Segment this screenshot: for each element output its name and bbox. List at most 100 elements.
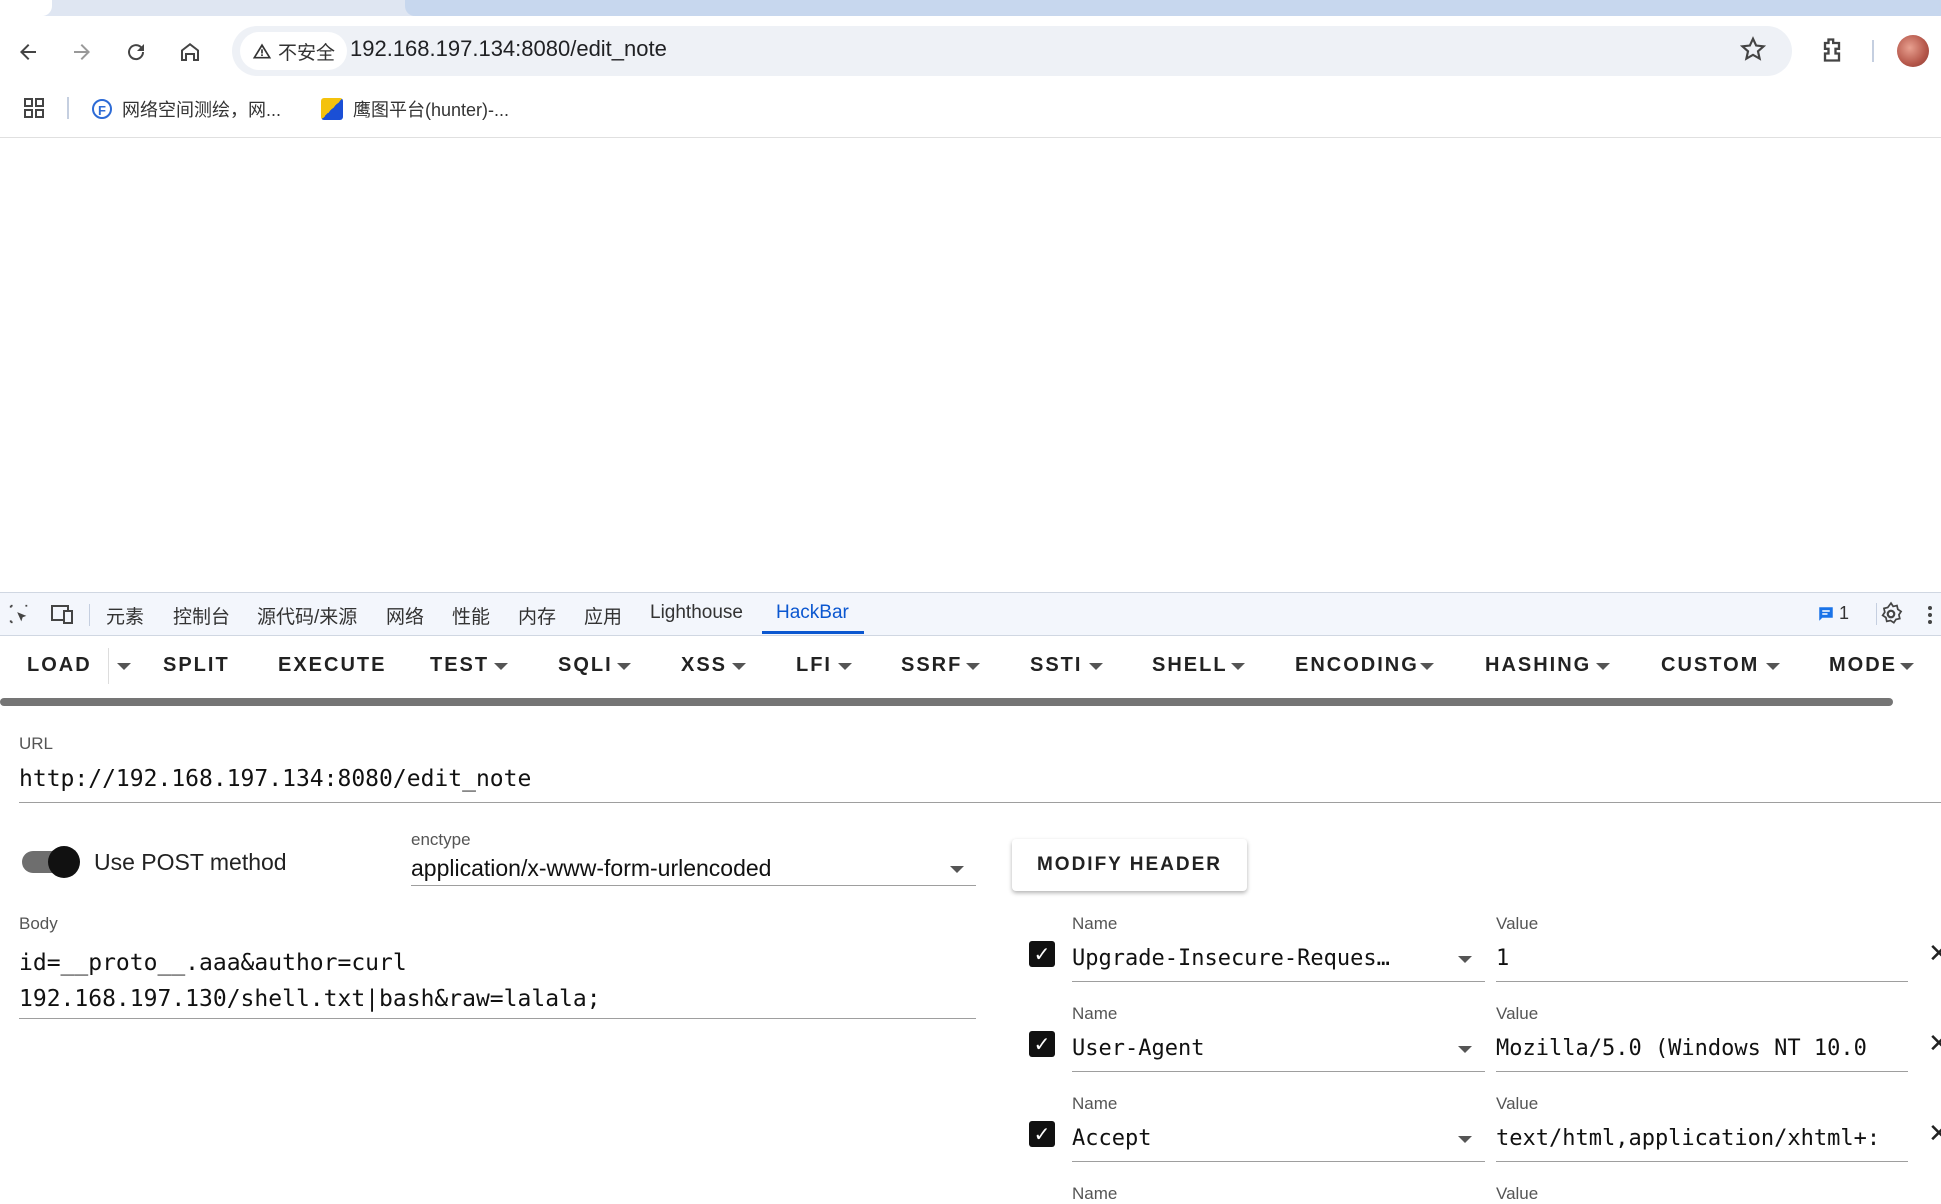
- device-toggle-icon[interactable]: [49, 603, 75, 630]
- bookmarks-divider: [67, 97, 69, 119]
- reload-icon[interactable]: [116, 32, 156, 72]
- body-textarea[interactable]: id=__proto__.aaa&author=curl 192.168.197…: [19, 945, 601, 1017]
- tab-console[interactable]: 控制台: [173, 602, 230, 629]
- body-line: id=__proto__.aaa&author=curl: [19, 950, 407, 976]
- active-tab-underline: [762, 631, 864, 634]
- header-value-underline: [1496, 1071, 1908, 1072]
- header-name-input[interactable]: Accept: [1072, 1126, 1151, 1151]
- bookmark-label: 网络空间测绘，网...: [122, 100, 282, 120]
- header-value-input[interactable]: Mozilla/5.0 (Windows NT 10.0: [1496, 1036, 1867, 1061]
- more-options-icon[interactable]: [1926, 604, 1934, 631]
- tab-hackbar[interactable]: HackBar: [776, 602, 849, 624]
- home-icon[interactable]: [170, 32, 210, 72]
- inspect-element-icon[interactable]: [8, 603, 30, 630]
- tab-network[interactable]: 网络: [386, 602, 424, 629]
- bookmark-label: 鹰图平台(hunter)-...: [353, 100, 510, 120]
- chevron-down-icon: [494, 663, 508, 670]
- tab-lighthouse[interactable]: Lighthouse: [650, 602, 743, 624]
- inactive-tab[interactable]: [405, 0, 1941, 16]
- header-name-label: Name: [1072, 1094, 1118, 1113]
- active-tab[interactable]: [0, 0, 52, 16]
- message-icon: [1819, 606, 1833, 621]
- enctype-label: enctype: [411, 830, 471, 849]
- post-method-label: Use POST method: [94, 849, 287, 875]
- url-input[interactable]: http://192.168.197.134:8080/edit_note: [19, 766, 531, 792]
- mode-menu-button[interactable]: MODE: [1829, 654, 1897, 677]
- chevron-down-icon: [617, 663, 631, 670]
- security-chip[interactable]: 不安全: [240, 32, 348, 70]
- shell-menu-button[interactable]: SHELL: [1152, 654, 1228, 677]
- warning-icon: [252, 43, 272, 59]
- body-underline: [19, 1018, 976, 1019]
- forward-icon[interactable]: [62, 32, 102, 72]
- remove-header-icon[interactable]: ✕: [1928, 1118, 1941, 1149]
- chevron-down-icon: [838, 663, 852, 670]
- header-value-underline: [1496, 981, 1908, 982]
- modify-header-button[interactable]: MODIFY HEADER: [1012, 839, 1247, 891]
- remove-header-icon[interactable]: ✕: [1928, 1028, 1941, 1059]
- url-label: URL: [19, 734, 54, 753]
- tab-strip: [0, 0, 1941, 16]
- header-enabled-checkbox[interactable]: ✓: [1029, 1121, 1055, 1147]
- load-dropdown-icon[interactable]: [117, 663, 131, 670]
- tab-performance[interactable]: 性能: [452, 602, 490, 629]
- chevron-down-icon: [1596, 663, 1610, 670]
- apps-grid-icon[interactable]: [22, 96, 46, 125]
- profile-avatar[interactable]: [1897, 35, 1929, 67]
- chevron-down-icon: [1231, 663, 1245, 670]
- security-label: 不安全: [278, 42, 336, 64]
- extensions-icon[interactable]: [1818, 36, 1846, 69]
- remove-header-icon[interactable]: ✕: [1928, 938, 1941, 969]
- ssrf-menu-button[interactable]: SSRF: [901, 654, 962, 677]
- header-value-underline: [1496, 1161, 1908, 1162]
- sqli-menu-button[interactable]: SQLI: [558, 654, 613, 677]
- enctype-dropdown-icon[interactable]: [950, 866, 964, 873]
- tab-application[interactable]: 应用: [584, 602, 622, 629]
- lfi-menu-button[interactable]: LFI: [796, 654, 832, 677]
- bookmark-item-hunter[interactable]: 鹰图平台(hunter)-...: [321, 96, 509, 122]
- header-name-dropdown-icon[interactable]: [1458, 1136, 1472, 1143]
- header-name-input[interactable]: Upgrade-Insecure-Reques…: [1072, 946, 1390, 971]
- execute-button[interactable]: EXECUTE: [278, 654, 386, 677]
- tab-sources[interactable]: 源代码/来源: [257, 602, 357, 629]
- header-value-label: Value: [1496, 1004, 1539, 1023]
- issues-counter[interactable]: 1: [1817, 603, 1849, 624]
- split-button[interactable]: SPLIT: [163, 654, 230, 677]
- bookmark-star-icon[interactable]: [1739, 36, 1767, 69]
- header-value-input[interactable]: 1: [1496, 946, 1509, 971]
- settings-gear-icon[interactable]: [1878, 601, 1904, 632]
- xss-menu-button[interactable]: XSS: [681, 654, 727, 677]
- bookmark-item-fofa[interactable]: F 网络空间测绘，网...: [92, 96, 281, 122]
- header-name-dropdown-icon[interactable]: [1458, 1046, 1472, 1053]
- tab-memory[interactable]: 内存: [518, 602, 556, 629]
- header-name-label: Name: [1072, 1004, 1118, 1023]
- header-name-underline: [1072, 1161, 1485, 1162]
- header-enabled-checkbox[interactable]: ✓: [1029, 941, 1055, 967]
- chevron-down-icon: [966, 663, 980, 670]
- header-name-dropdown-icon[interactable]: [1458, 956, 1472, 963]
- ssti-menu-button[interactable]: SSTI: [1030, 654, 1082, 677]
- test-menu-button[interactable]: TEST: [430, 654, 489, 677]
- tab-elements[interactable]: 元素: [106, 602, 144, 629]
- fofa-logo-icon: F: [92, 99, 112, 119]
- header-enabled-checkbox[interactable]: ✓: [1029, 1031, 1055, 1057]
- header-value-container: text/html,application/xhtml+:: [1496, 1126, 1908, 1156]
- load-button[interactable]: LOAD: [27, 654, 92, 677]
- custom-menu-button[interactable]: CUSTOM: [1661, 654, 1759, 677]
- hashing-menu-button[interactable]: HASHING: [1485, 654, 1591, 677]
- chevron-down-icon: [1766, 663, 1780, 670]
- header-value-input[interactable]: text/html,application/xhtml+:: [1496, 1126, 1880, 1151]
- chevron-down-icon: [1089, 663, 1103, 670]
- toggle-thumb: [48, 846, 80, 878]
- toolbar-divider: [1872, 40, 1874, 62]
- url-text[interactable]: 192.168.197.134:8080/edit_note: [350, 36, 667, 62]
- header-name-input[interactable]: User-Agent: [1072, 1036, 1204, 1061]
- chevron-down-icon: [732, 663, 746, 670]
- back-icon[interactable]: [8, 32, 48, 72]
- post-method-toggle[interactable]: [22, 846, 80, 878]
- header-value-label: Value: [1496, 1184, 1539, 1203]
- encoding-menu-button[interactable]: ENCODING: [1295, 654, 1419, 677]
- enctype-select[interactable]: application/x-www-form-urlencoded: [411, 855, 771, 882]
- toolbar-scrollbar[interactable]: [0, 698, 1893, 706]
- header-name-underline: [1072, 1071, 1485, 1072]
